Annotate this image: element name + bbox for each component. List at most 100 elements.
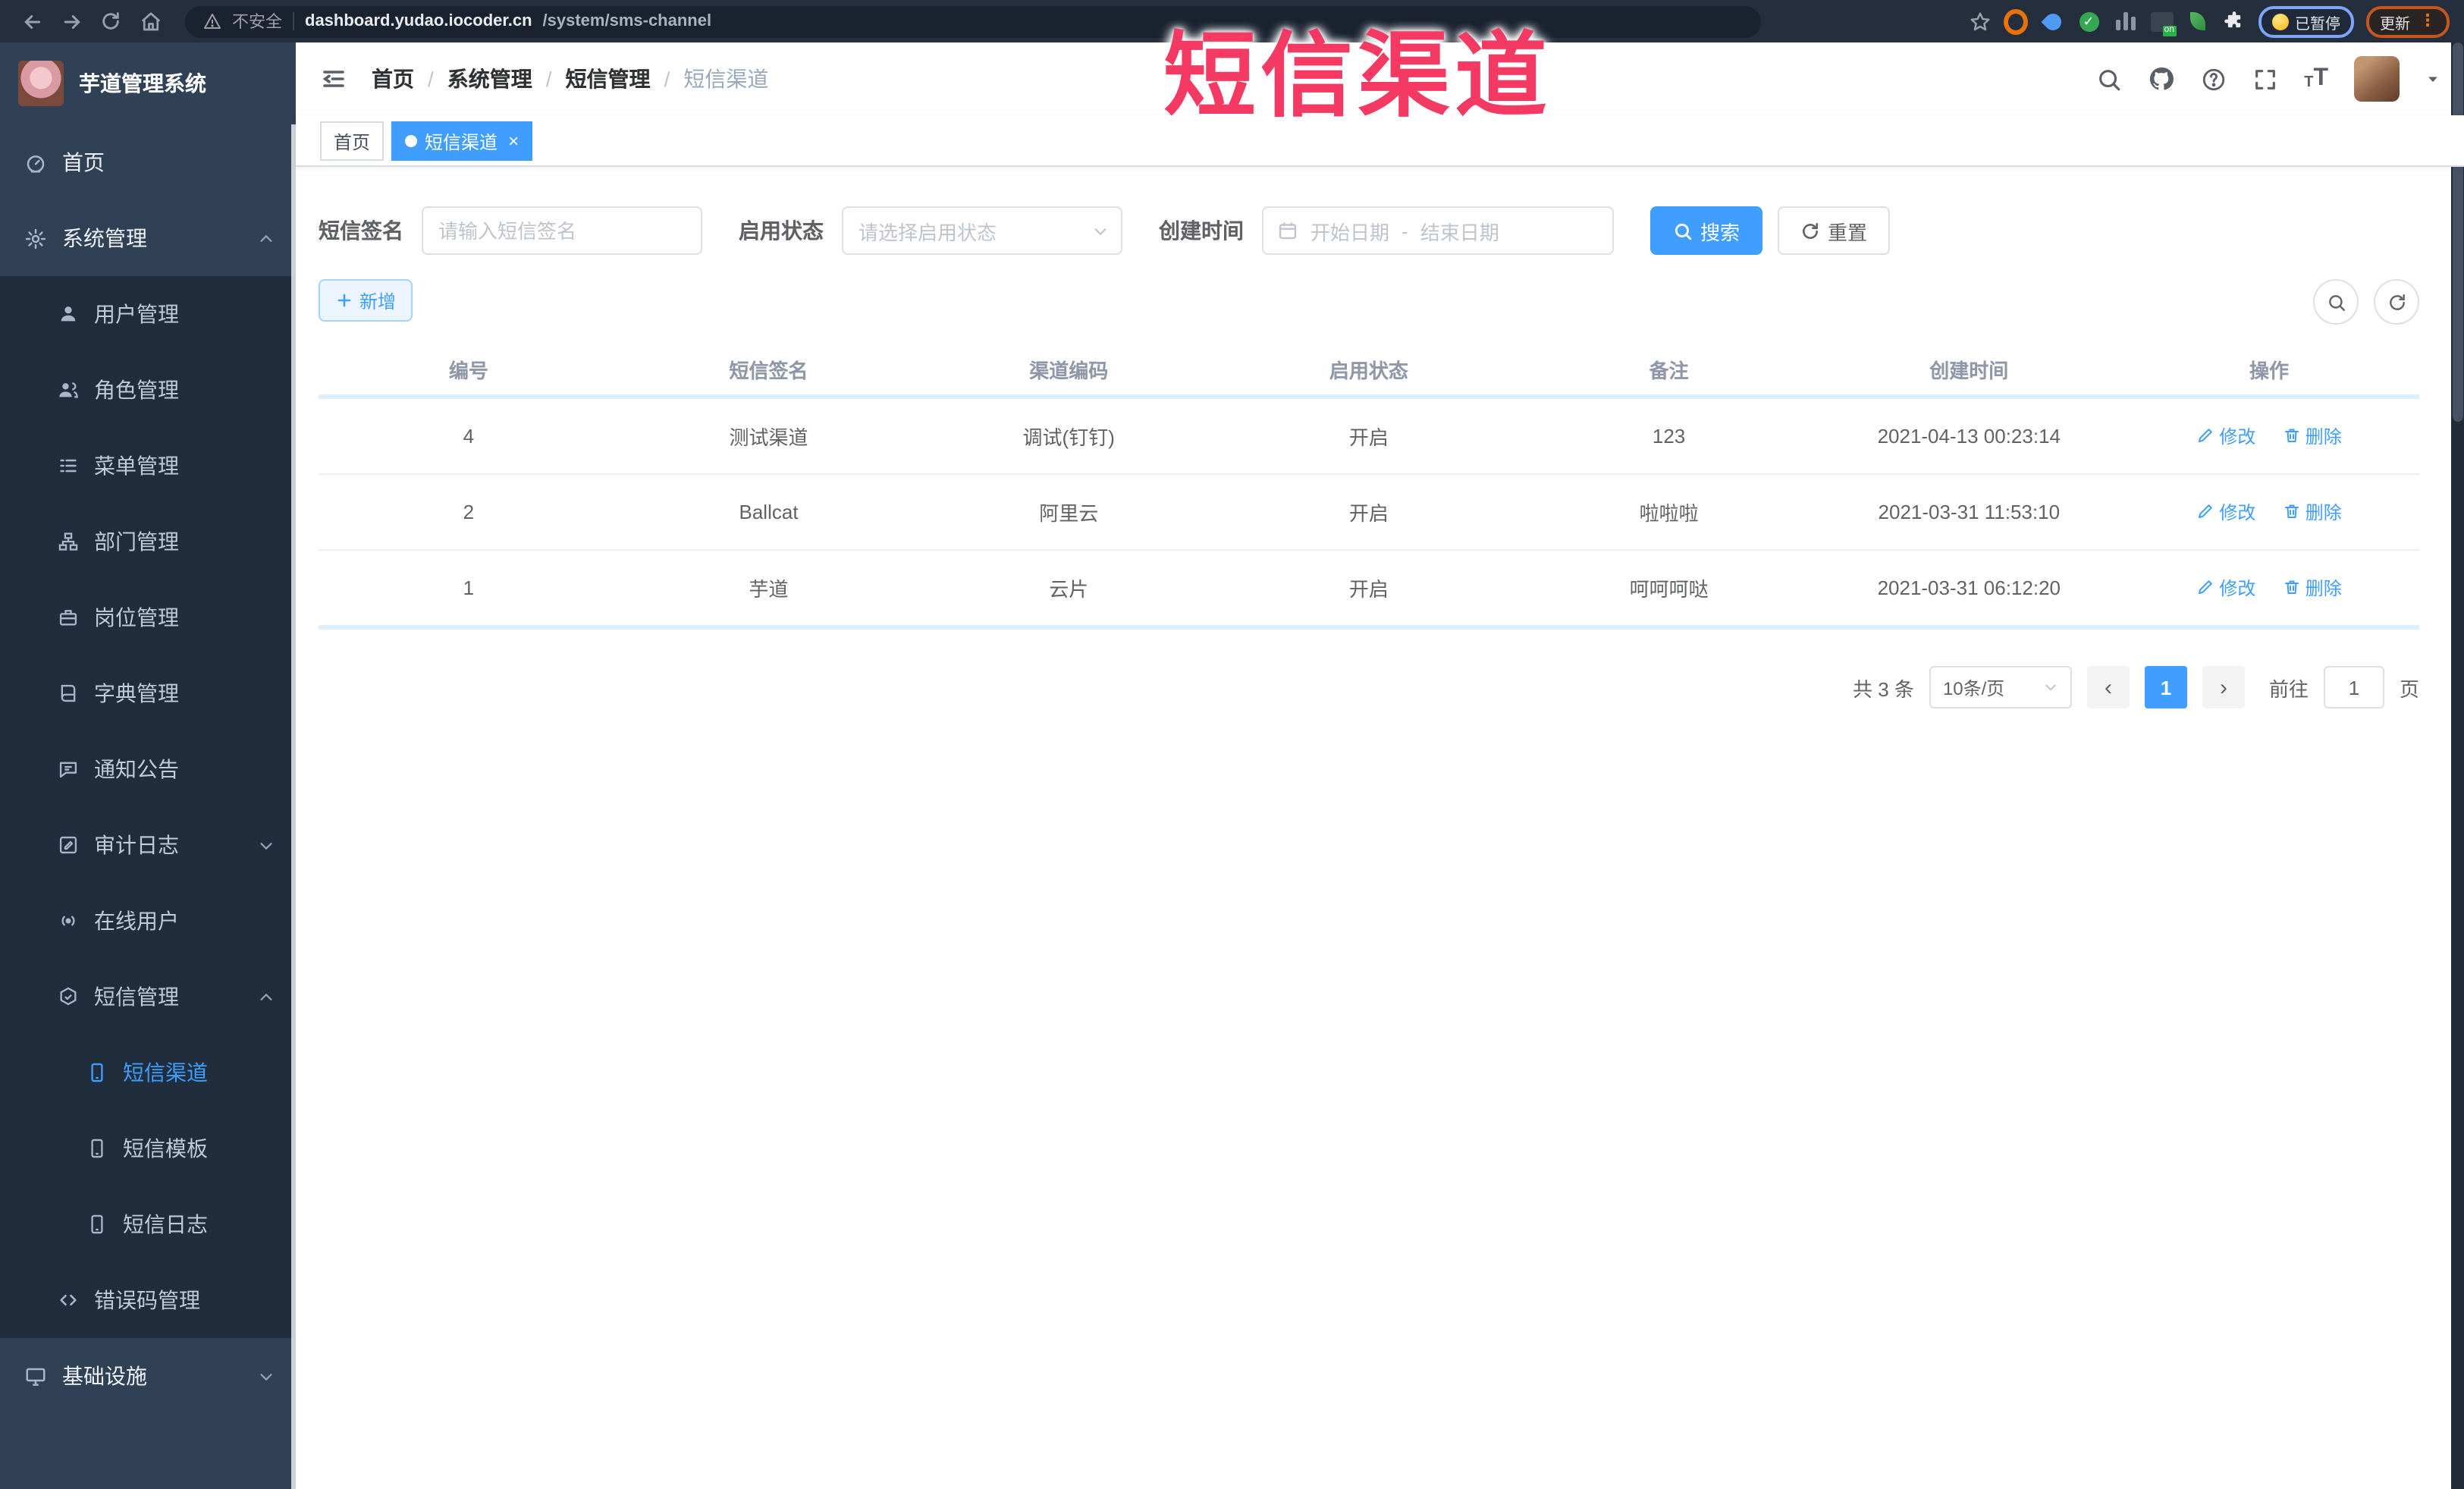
edit-link[interactable]: 修改 <box>2196 423 2255 449</box>
header-search-icon[interactable] <box>2096 66 2122 92</box>
sidebar-item-sms-channel[interactable]: 短信渠道 <box>0 1035 296 1110</box>
breadcrumb-sms[interactable]: 短信管理 <box>566 64 651 94</box>
start-date-input[interactable]: 开始日期 <box>1310 216 1389 245</box>
browser-home-icon[interactable] <box>133 5 167 38</box>
sidebar-item-error-code-management[interactable]: 错误码管理 <box>0 1262 296 1338</box>
tag-sms-channel[interactable]: 短信渠道 × <box>391 121 533 161</box>
sidebar-item-dict-management[interactable]: 字典管理 <box>0 655 296 731</box>
extension-green-check-icon[interactable]: ✓ <box>2076 9 2101 33</box>
breadcrumb-home[interactable]: 首页 <box>372 64 414 94</box>
sidebar-item-audit-log[interactable]: 审计日志 <box>0 807 296 883</box>
tag-close-icon[interactable]: × <box>508 132 519 150</box>
post-icon <box>58 607 79 628</box>
announcement-icon <box>58 759 79 780</box>
font-size-icon[interactable]: TT <box>2304 66 2328 91</box>
sms-channel-table: 编号 短信签名 渠道编码 启用状态 备注 创建时间 操作 4 测试渠道 调试(钉… <box>319 343 2419 630</box>
sidebar-item-role-management[interactable]: 角色管理 <box>0 352 296 428</box>
phone-icon <box>86 1062 108 1083</box>
prev-page-button[interactable]: ‹ <box>2086 666 2130 708</box>
sidebar-collapse-icon[interactable] <box>320 65 347 93</box>
audit-log-icon <box>58 834 79 856</box>
add-button[interactable]: 新增 <box>319 279 413 322</box>
delete-link[interactable]: 删除 <box>2283 423 2342 449</box>
breadcrumb-system[interactable]: 系统管理 <box>447 64 532 94</box>
bookmark-star-icon[interactable] <box>1967 9 1992 33</box>
col-remark: 备注 <box>1518 343 1819 399</box>
refresh-icon <box>1800 221 1820 240</box>
extensions-puzzle-icon[interactable] <box>2222 9 2246 33</box>
sidebar-item-menu-management[interactable]: 菜单管理 <box>0 428 296 504</box>
extension-equalizer-icon[interactable] <box>2113 9 2137 33</box>
sidebar-item-department-management[interactable]: 部门管理 <box>0 504 296 580</box>
col-status: 启用状态 <box>1219 343 1519 399</box>
emoji-face-icon <box>2272 13 2289 30</box>
extension-orange-ring-icon[interactable] <box>2004 8 2028 34</box>
sidebar-logo[interactable]: 芋道管理系统 <box>0 42 296 124</box>
main-area: 首页 / 系统管理 / 短信管理 / 短信渠道 T T 首页 短信渠道 × 短信… <box>296 42 2464 1489</box>
extension-on-badge-icon[interactable] <box>2149 9 2176 36</box>
browser-forward-icon[interactable] <box>55 5 88 38</box>
sidebar-item-system-management[interactable]: 系统管理 <box>0 200 296 276</box>
breadcrumb-current: 短信渠道 <box>683 67 769 91</box>
extension-blue-drop-icon[interactable] <box>2040 9 2064 33</box>
chevron-down-icon <box>2043 680 2058 695</box>
show-search-circle-button[interactable] <box>2313 279 2359 325</box>
status-label: 启用状态 <box>739 218 824 243</box>
sidebar-item-online-users[interactable]: 在线用户 <box>0 883 296 959</box>
browser-update-menu-button[interactable]: 更新 ⋮ <box>2366 5 2450 37</box>
avatar-caret-down-icon[interactable] <box>2425 71 2440 86</box>
browser-back-icon[interactable] <box>15 5 49 38</box>
date-range-picker[interactable]: 开始日期 - 结束日期 <box>1262 206 1614 255</box>
page-number-1[interactable]: 1 <box>2144 666 2187 708</box>
chevron-up-icon <box>258 988 275 1005</box>
end-date-input[interactable]: 结束日期 <box>1420 216 1499 245</box>
chevron-down-icon <box>1092 222 1109 239</box>
sign-label: 短信签名 <box>319 218 403 243</box>
search-button[interactable]: 搜索 <box>1650 206 1763 255</box>
url-domain: dashboard.yudao.iocoder.cn <box>305 12 532 30</box>
delete-link[interactable]: 删除 <box>2283 575 2342 601</box>
update-label: 更新 <box>2380 16 2410 33</box>
next-page-button[interactable]: › <box>2202 666 2245 708</box>
paused-badge[interactable]: 已暂停 <box>2258 5 2354 37</box>
edit-link[interactable]: 修改 <box>2196 499 2255 525</box>
table-row: 2 Ballcat 阿里云 开启 啦啦啦 2021-03-31 11:53:10 <box>319 474 2419 551</box>
help-icon[interactable] <box>2201 66 2227 92</box>
window-scrollbar[interactable] <box>2451 42 2464 1489</box>
tag-home[interactable]: 首页 <box>320 121 385 161</box>
security-warning-icon <box>203 12 221 30</box>
sidebar-item-home[interactable]: 首页 <box>0 124 296 200</box>
sidebar-item-sms-template[interactable]: 短信模板 <box>0 1110 296 1186</box>
address-bar[interactable]: 不安全 dashboard.yudao.iocoder.cn/system/sm… <box>185 5 1761 37</box>
sidebar-item-infrastructure[interactable]: 基础设施 <box>0 1338 296 1414</box>
goto-page-input[interactable] <box>2323 666 2384 708</box>
url-separator <box>293 12 294 30</box>
sidebar-item-sms-log[interactable]: 短信日志 <box>0 1186 296 1262</box>
sign-input[interactable] <box>422 206 702 255</box>
calendar-icon <box>1277 220 1298 241</box>
col-created: 创建时间 <box>1819 343 2120 399</box>
sidebar-item-post-management[interactable]: 岗位管理 <box>0 580 296 655</box>
fullscreen-icon[interactable] <box>2252 66 2278 92</box>
sms-icon <box>58 986 79 1007</box>
code-icon <box>58 1290 79 1311</box>
github-icon[interactable] <box>2148 65 2175 93</box>
page-size-select[interactable]: 10条/页 <box>1929 666 2072 708</box>
phone-icon <box>86 1138 108 1159</box>
refresh-circle-button[interactable] <box>2374 279 2419 325</box>
sidebar-item-sms-management[interactable]: 短信管理 <box>0 959 296 1035</box>
avatar[interactable] <box>2354 56 2400 102</box>
edit-pencil-icon <box>2196 427 2214 445</box>
extension-sprout-icon[interactable] <box>2186 9 2210 33</box>
search-form: 短信签名 启用状态 请选择启用状态 创建时间 开始日期 <box>319 206 2419 255</box>
delete-link[interactable]: 删除 <box>2283 499 2342 525</box>
sidebar-item-user-management[interactable]: 用户管理 <box>0 276 296 352</box>
status-select[interactable]: 请选择启用状态 <box>842 206 1122 255</box>
reset-button[interactable]: 重置 <box>1778 206 1891 255</box>
sidebar-item-notice-announcement[interactable]: 通知公告 <box>0 731 296 807</box>
browser-reload-icon[interactable] <box>94 5 127 38</box>
url-path: /system/sms-channel <box>542 12 712 30</box>
user-icon <box>58 303 79 325</box>
table-row: 4 测试渠道 调试(钉钉) 开启 123 2021-04-13 00:23:14 <box>319 397 2419 475</box>
edit-link[interactable]: 修改 <box>2196 575 2255 601</box>
